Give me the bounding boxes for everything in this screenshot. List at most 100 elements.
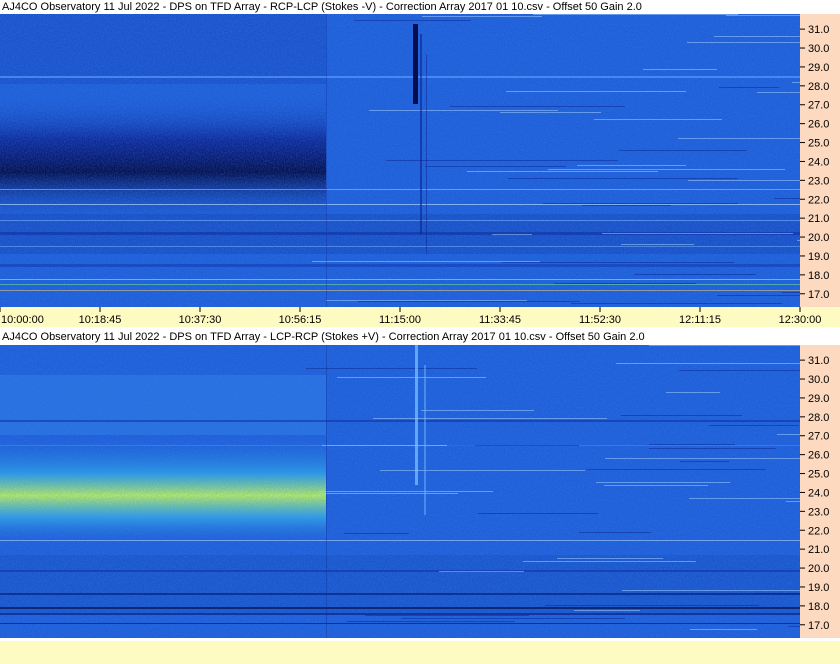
rfi-streak: [369, 110, 558, 111]
panel-1-time-tick-label: 10:56:15: [279, 314, 322, 326]
rfi-streak: [666, 392, 720, 393]
rfi-streak: [571, 303, 782, 304]
rfi-streak: [621, 244, 694, 245]
panel-1-title: AJ4CO Observatory 11 Jul 2022 - DPS on T…: [0, 0, 802, 14]
rfi-streak: [782, 292, 800, 293]
panel-2-freq-tick-label: 21.0: [808, 544, 829, 556]
panel-1-freq-tick-label: 31.0: [808, 24, 829, 36]
frequency-band: [0, 264, 800, 267]
rfi-streak: [582, 205, 671, 206]
burst-feature: [420, 34, 422, 234]
rfi-streak: [425, 166, 566, 167]
rfi-streak: [365, 615, 529, 616]
panel-2-freq-tick-label: 22.0: [808, 525, 829, 537]
rfi-streak: [401, 618, 625, 619]
rfi-streak: [788, 626, 800, 627]
frequency-band: [0, 613, 800, 615]
panel-2-freq-tick-label: 26.0: [808, 450, 829, 462]
panel-2-bottom-strip: [0, 641, 840, 664]
panel-2-freq-tick-label: 23.0: [808, 506, 829, 518]
frequency-band: [0, 623, 800, 624]
rfi-streak: [717, 295, 800, 296]
rfi-streak: [319, 493, 458, 494]
rfi-streak: [347, 621, 515, 622]
rfi-streak: [554, 283, 696, 284]
rfi-streak: [786, 501, 800, 502]
panel-1-time-tick-label: 11:15:00: [379, 314, 421, 326]
panel-1-freq-tick-label: 23.0: [808, 175, 829, 187]
rfi-streak: [604, 485, 708, 486]
panel-2-spectrogram-svg: [0, 345, 800, 638]
rfi-streak: [358, 301, 580, 302]
frequency-band: [0, 540, 800, 541]
panel-2-freq-tick-label: 27.0: [808, 431, 829, 443]
rfi-streak: [373, 418, 607, 419]
rfi-streak: [622, 590, 800, 591]
panel-2-freq-tick-label: 17.0: [808, 620, 829, 632]
burst-feature: [424, 365, 426, 515]
rfi-streak: [619, 150, 747, 151]
panel-1-frequency-axis-svg: 31.0 30.0 29.0 28.0 27.0 26.0 25.0 24.0 23.0 22.0…: [800, 24, 829, 301]
panel-1-freq-tick-label: 26.0: [808, 119, 829, 131]
panel-1-time-axis: 10:00:00 10:18:45 10:37:30 10:56:15 11:15:00…: [0, 307, 840, 327]
panel-1-frequency-axis: 31.0 30.0 29.0 28.0 27.0 26.0 25.0 24.0 23.0 22.0…: [800, 14, 840, 307]
rfi-streak: [678, 138, 800, 139]
panel-2-freq-tick-label: 20.0: [808, 563, 829, 575]
frequency-band: [0, 204, 800, 205]
rfi-streak: [777, 434, 800, 435]
frequency-band: [0, 570, 800, 572]
rfi-streak: [344, 533, 409, 534]
rfi-streak: [306, 368, 477, 369]
panel-1-time-tick-label: 12:30:00: [779, 314, 822, 326]
rfi-streak: [450, 106, 625, 107]
panel-2-freq-tick-label: 31.0: [808, 355, 829, 367]
panel-1-time-tick-label: 10:18:45: [79, 314, 122, 326]
frequency-band: [0, 290, 800, 291]
rfi-streak: [574, 610, 640, 611]
panel-1-time-tick-label: 10:37:30: [179, 314, 222, 326]
emission-boundary: [326, 14, 327, 307]
rfi-streak: [548, 169, 785, 170]
rfi-streak: [596, 482, 730, 483]
rfi-streak: [621, 415, 742, 416]
burst-feature: [415, 345, 418, 485]
rfi-streak: [579, 532, 651, 533]
rfi-streak: [594, 119, 722, 120]
frequency-band: [0, 607, 800, 609]
panel-1-freq-tick-label: 30.0: [808, 43, 829, 55]
panel-1-spectrogram: [0, 14, 800, 307]
panel-1-time-tick-label: 10:00:00: [1, 314, 44, 326]
rfi-streak: [755, 593, 800, 594]
rfi-streak: [478, 513, 598, 514]
rfi-streak: [690, 629, 757, 630]
rfi-streak: [319, 491, 493, 492]
rfi-streak: [774, 198, 800, 199]
rfi-streak: [523, 561, 696, 562]
panel-1-freq-tick-label: 24.0: [808, 156, 829, 168]
rfi-streak: [649, 444, 735, 445]
rfi-streak: [577, 165, 686, 166]
rfi-streak: [557, 558, 663, 559]
panel-1-freq-tick-label: 25.0: [808, 138, 829, 150]
panel-2-freq-tick-label: 24.0: [808, 487, 829, 499]
panel-1-freq-tick-label: 27.0: [808, 100, 829, 112]
burst-feature: [413, 24, 418, 104]
panel-1-time-tick-label: 12:11:15: [679, 314, 721, 326]
frequency-band: [0, 246, 800, 247]
panel-1-time-tick-label: 11:52:30: [579, 314, 621, 326]
rfi-streak: [587, 469, 766, 470]
rfi-streak: [326, 300, 527, 301]
panel-1-freq-tick-label: 21.0: [808, 213, 829, 225]
panel-1-freq-tick-label: 29.0: [808, 62, 829, 74]
panel-1-freq-tick-label: 19.0: [808, 251, 829, 263]
rfi-streak: [649, 448, 776, 449]
rfi-streak: [689, 498, 800, 499]
rfi-streak: [439, 571, 524, 572]
panel-1-spectrogram-svg: [0, 14, 800, 307]
frequency-band: [0, 189, 800, 190]
panel-1-freq-tick-label: 20.0: [808, 232, 829, 244]
panel-1-freq-tick-label: 28.0: [808, 81, 829, 93]
rfi-streak: [543, 203, 738, 204]
rfi-streak: [688, 180, 800, 181]
rfi-streak: [726, 15, 800, 16]
